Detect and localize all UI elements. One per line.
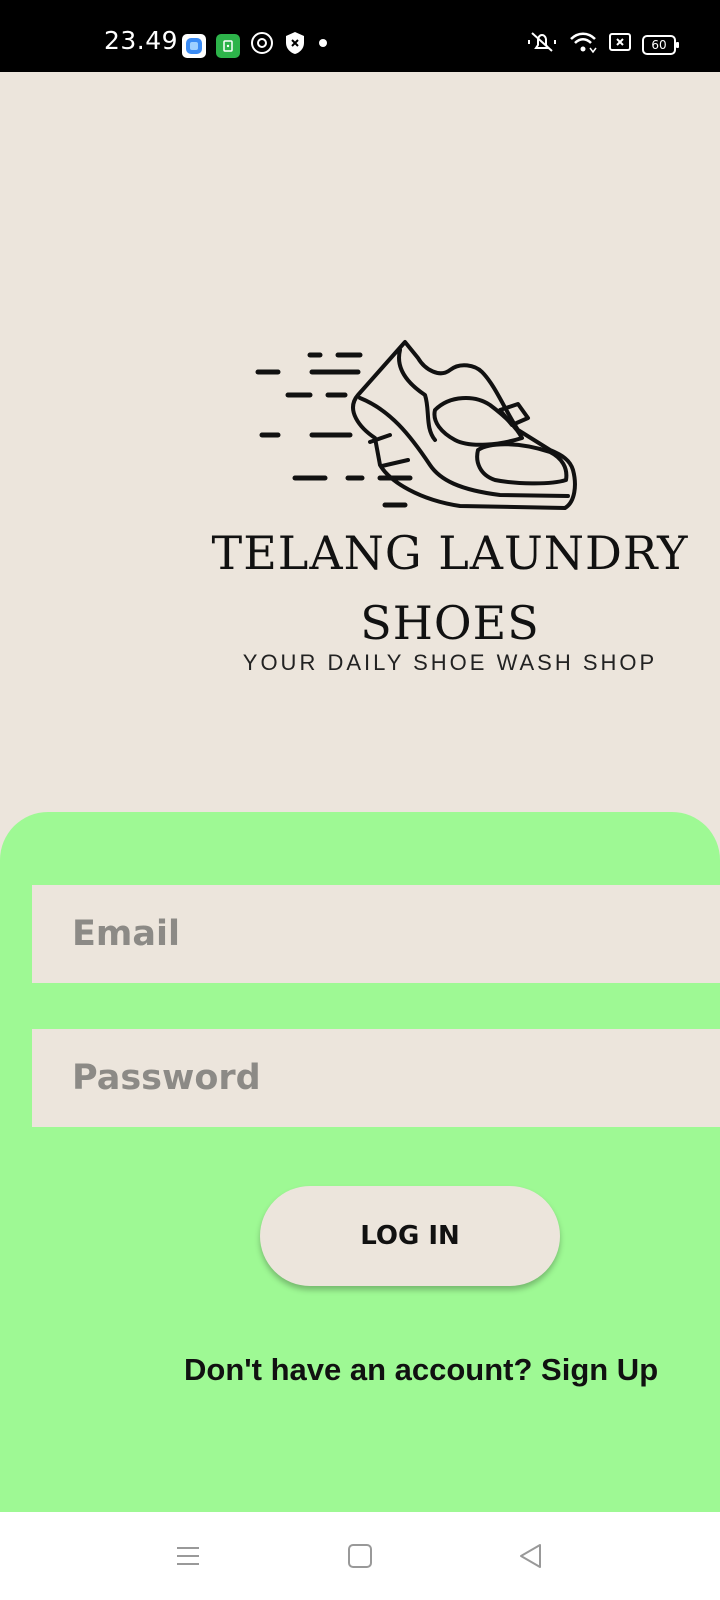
email-field-container bbox=[32, 885, 720, 983]
brand-title-line1: TELANG LAUNDRY bbox=[211, 526, 689, 580]
email-field[interactable] bbox=[32, 885, 720, 983]
dot-icon bbox=[316, 36, 330, 55]
shoe-logo bbox=[255, 340, 577, 510]
navigation-bar bbox=[0, 1512, 720, 1600]
signup-prompt-text: Don't have an account? bbox=[184, 1352, 542, 1387]
app-icon-blue bbox=[182, 33, 206, 58]
mute-icon bbox=[526, 30, 558, 59]
signup-prompt: Don't have an account? Sign Up bbox=[184, 1352, 658, 1388]
menu-icon[interactable] bbox=[174, 1542, 202, 1575]
password-field[interactable] bbox=[32, 1029, 720, 1127]
brand-title: TELANG LAUNDRY SHOES bbox=[205, 518, 695, 658]
brand-subtitle: YOUR DAILY SHOE WASH SHOP bbox=[242, 650, 658, 675]
wifi-icon bbox=[568, 30, 598, 59]
shield-icon bbox=[284, 31, 306, 60]
login-button[interactable]: LOG IN bbox=[260, 1186, 560, 1286]
signup-link[interactable]: Sign Up bbox=[541, 1352, 658, 1387]
notification-icons bbox=[182, 31, 330, 60]
status-time: 23.49 bbox=[104, 26, 179, 55]
sim-icon bbox=[608, 31, 632, 58]
battery-icon: 60 bbox=[642, 34, 679, 55]
home-icon[interactable] bbox=[346, 1542, 374, 1575]
back-icon[interactable] bbox=[516, 1542, 544, 1575]
status-right: 60 bbox=[526, 30, 679, 59]
brand-title-line2: SHOES bbox=[360, 596, 540, 650]
app-icon-green bbox=[216, 33, 240, 58]
password-field-container bbox=[32, 1029, 720, 1127]
sync-icon bbox=[250, 31, 274, 60]
status-bar: 23.49 60 bbox=[0, 0, 720, 72]
